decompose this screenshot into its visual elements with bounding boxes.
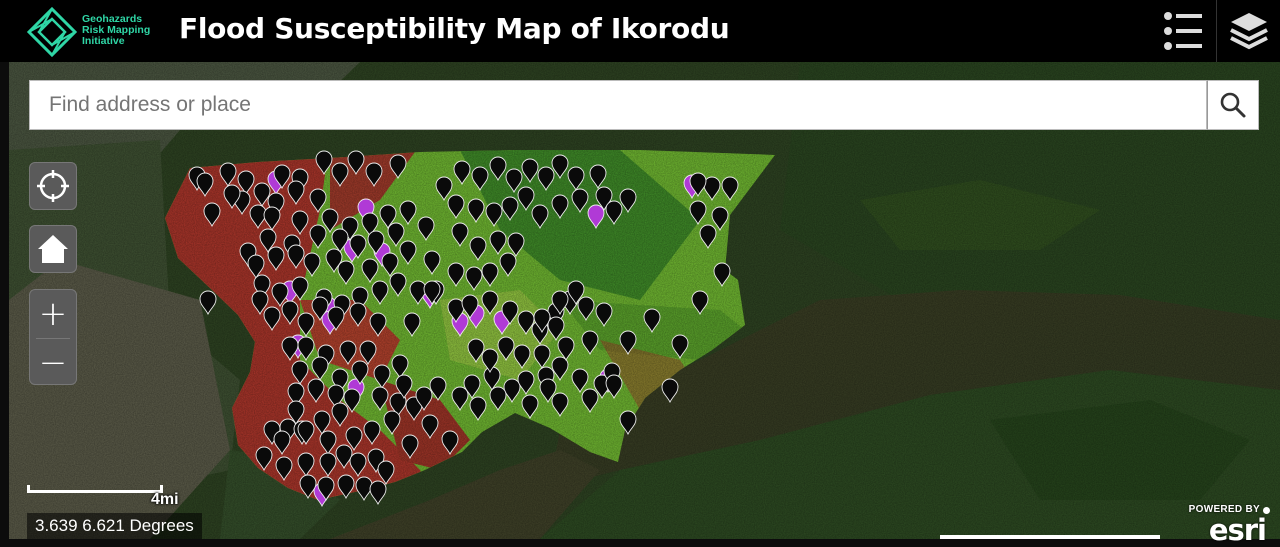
zoom-out-button[interactable]: − [30,339,76,384]
legend-button[interactable] [1156,6,1212,58]
crosshair-icon [37,170,69,202]
page-title: Flood Susceptibility Map of Ikorodu [179,12,730,45]
scale-bar [27,485,163,493]
app-header: Geohazards Risk Mapping Initiative Flood… [0,0,1280,62]
search-box [29,80,1207,130]
map-view[interactable] [9,62,1280,539]
home-icon [38,235,68,263]
esri-logo: esri [1208,513,1267,547]
layers-icon [1230,13,1268,50]
locate-button[interactable] [29,162,77,210]
zoom-controls: + − [29,289,77,385]
esri-attribution[interactable]: POWERED BY esri [1162,504,1280,545]
scale-label: 4mi [151,491,179,508]
search-input[interactable] [30,81,1206,129]
coordinate-readout: 3.639 6.621 Degrees [27,513,202,539]
search-icon [1220,92,1246,118]
layers-button[interactable] [1216,0,1280,62]
attribution-bar [940,535,1160,539]
list-icon [1164,12,1202,50]
home-button[interactable] [29,225,77,273]
flood-susceptibility-map[interactable] [9,62,1280,539]
search-button[interactable] [1207,80,1259,130]
org-name: Geohazards Risk Mapping Initiative [82,14,150,47]
zoom-in-button[interactable]: + [30,290,76,338]
org-name-line: Initiative [82,35,125,47]
gramic-logo-icon [26,6,78,58]
